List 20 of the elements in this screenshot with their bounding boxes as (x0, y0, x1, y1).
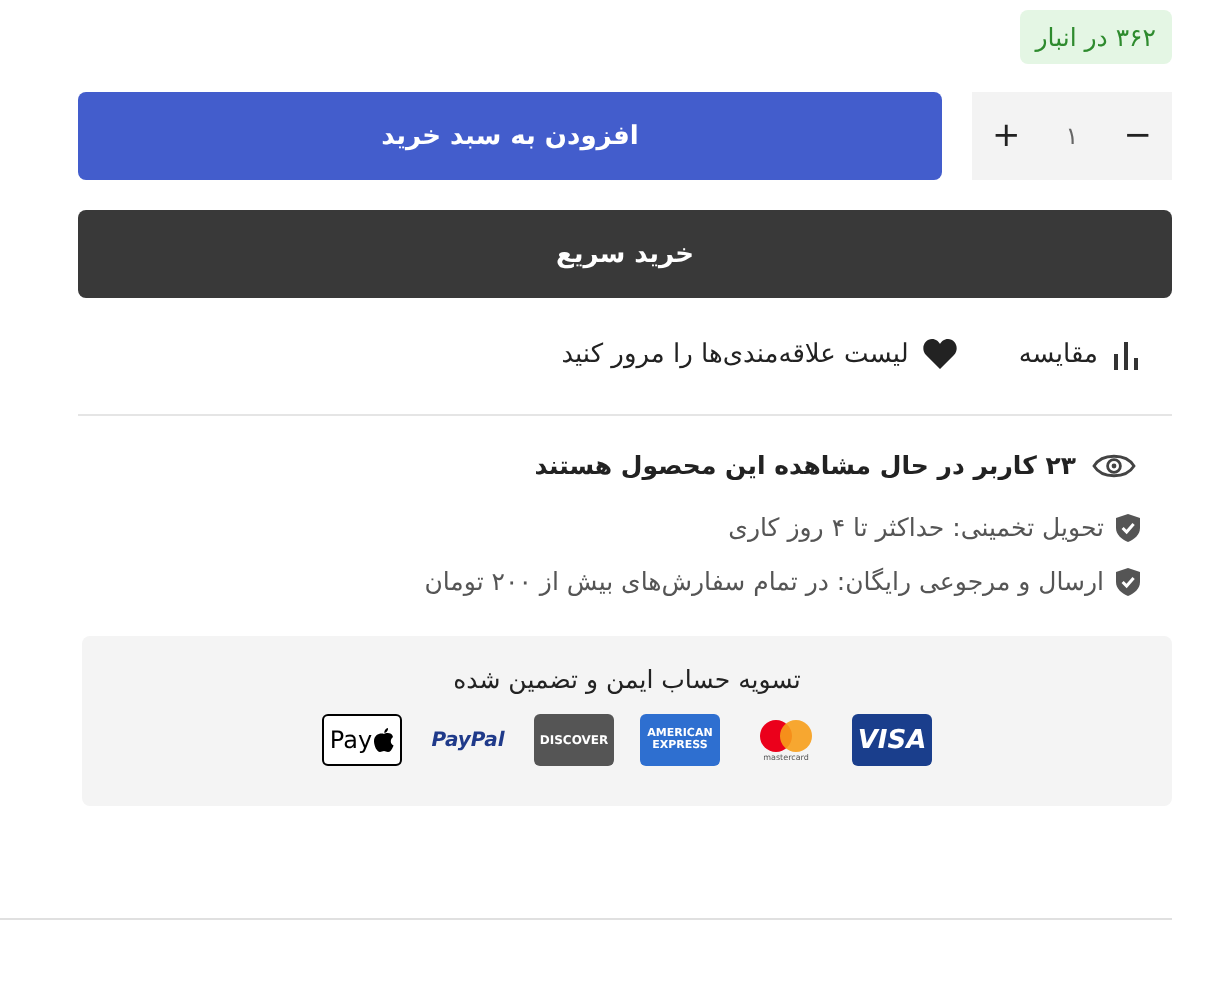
wishlist-link[interactable]: لیست علاقه‌مندی‌ها را مرور کنید (561, 338, 959, 370)
paypal-logo: PayPal (429, 727, 507, 755)
feature-text: ارسال و مرجوعی رایگان: در تمام سفارش‌های بیش از ۲۰۰ تومان (424, 566, 1104, 596)
decrease-button[interactable]: − (1115, 112, 1160, 160)
eye-icon (1092, 451, 1136, 479)
stock-badge: ۳۶۲ در انبار (1019, 10, 1172, 64)
quantity-value[interactable]: ۱ (1065, 122, 1079, 150)
payment-title: تسویه حساب ایمن و تضمین شده (453, 664, 801, 694)
bar-chart-icon (1112, 338, 1140, 370)
shield-check-icon (1116, 513, 1140, 541)
quick-buy-button[interactable]: خرید سریع (78, 210, 1172, 298)
feature-text: تحویل تخمینی: حداکثر تا ۴ روز کاری (728, 512, 1104, 542)
heart-icon (922, 338, 959, 370)
increase-button[interactable]: + (984, 112, 1029, 160)
shield-check-icon (1116, 567, 1140, 595)
viewers-text: ۲۳ کاربر در حال مشاهده این محصول هستند (534, 450, 1076, 480)
apple-pay-logo: Pay (322, 714, 402, 766)
add-to-cart-button[interactable]: افزودن به سبد خرید (78, 92, 942, 180)
compare-link[interactable]: مقایسه (1018, 338, 1140, 370)
visa-logo: VISA (852, 714, 932, 766)
